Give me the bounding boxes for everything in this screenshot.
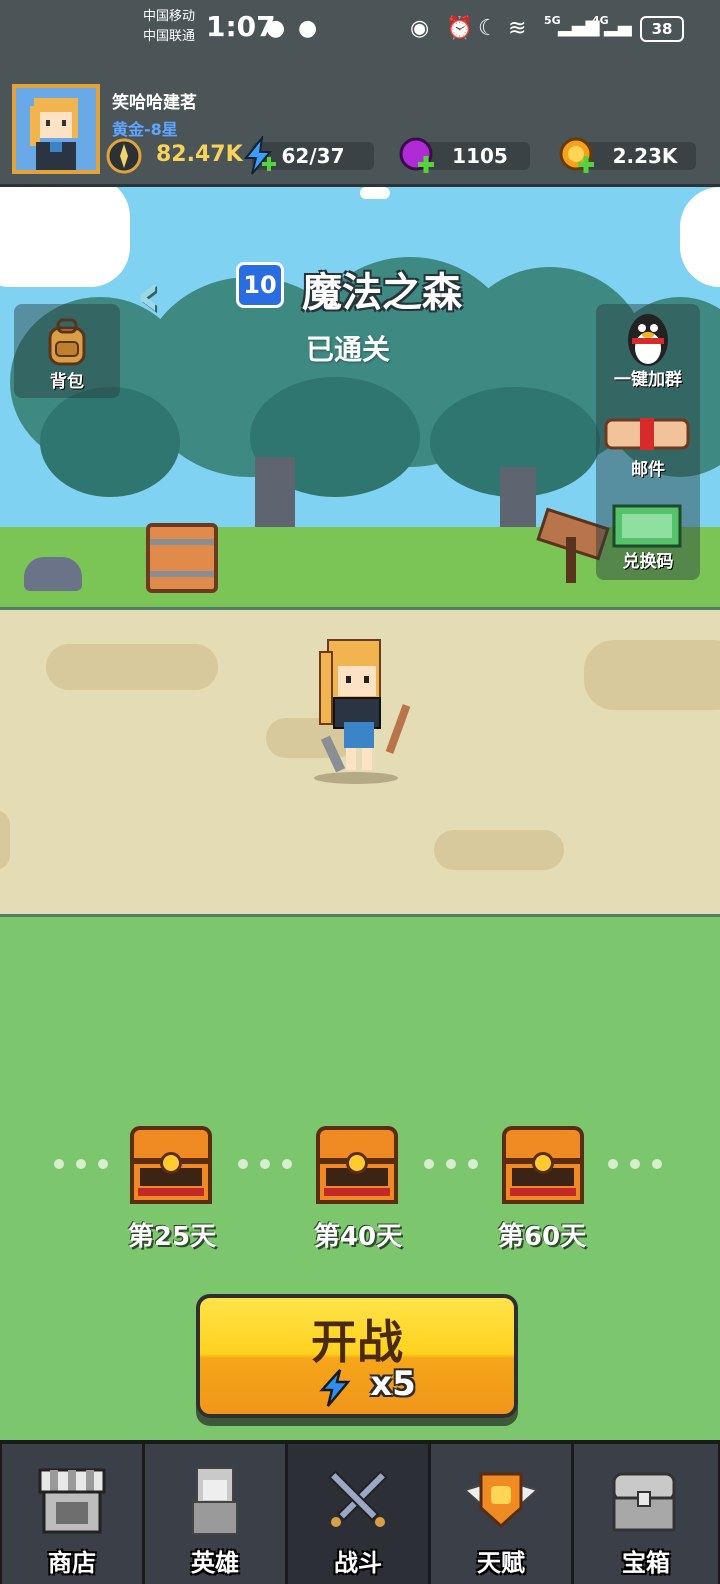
backpack-icon — [48, 318, 86, 366]
progress-dot — [282, 1159, 292, 1169]
redeem-code-label: 兑换码 — [622, 552, 674, 572]
chest-label: 第60天 — [497, 1222, 587, 1252]
carrier-1: 中国移动 — [143, 9, 196, 24]
progress-dot — [630, 1159, 640, 1169]
progress-dot — [98, 1159, 108, 1169]
cloud — [360, 187, 390, 199]
cloud — [0, 187, 130, 287]
nav-battle-label: 战斗 — [334, 1549, 382, 1577]
status-bar: 中国移动 中国联通 1:07 ● ● ◉ ⏰ ☾ ≋ 5G ▂▄▆ 4G ▂▄ … — [0, 0, 720, 60]
mail-button[interactable]: 邮件 — [596, 412, 700, 492]
chest-day-60[interactable] — [502, 1126, 584, 1204]
winged-fist-icon — [462, 1472, 540, 1529]
chest-day-25[interactable] — [130, 1126, 212, 1204]
start-battle-button[interactable]: 开战 x5 — [196, 1294, 518, 1418]
bag-button[interactable]: 背包 — [14, 304, 120, 398]
stage-status: 已通关 — [306, 333, 391, 366]
signpost-pole — [566, 537, 576, 583]
nav-talent-label: 天赋 — [477, 1549, 525, 1577]
ticket-icon — [612, 504, 682, 548]
signal-icon: ▂▄ — [604, 16, 632, 37]
mail-scroll-icon — [604, 418, 690, 450]
stage-name: 魔法之森 — [302, 270, 462, 316]
qq-penguin-icon — [628, 314, 668, 366]
progress-dot — [76, 1159, 86, 1169]
nav-shop[interactable]: 商店 — [2, 1444, 142, 1584]
redeem-code-button[interactable]: 兑换码 — [596, 500, 700, 580]
moon-icon: ☾ — [478, 16, 498, 41]
player-avatar[interactable] — [12, 84, 100, 174]
treasure-chest-icon — [612, 1472, 676, 1532]
nav-battle[interactable]: 战斗 — [288, 1444, 428, 1584]
gold-value: 2.23K — [612, 144, 678, 168]
notification-icon: ● — [266, 16, 286, 41]
hero-portrait-icon — [16, 88, 96, 170]
carrier-2: 中国联通 — [143, 29, 196, 44]
gold-add-icon[interactable] — [558, 136, 598, 176]
nav-chest-label: 宝箱 — [622, 1549, 670, 1577]
gem-add-icon[interactable] — [398, 136, 438, 176]
bag-label: 背包 — [50, 372, 84, 392]
progress-dot — [652, 1159, 662, 1169]
progress-dot — [238, 1159, 248, 1169]
join-group-button[interactable]: 一键加群 — [596, 306, 700, 398]
crossed-swords-icon — [328, 1470, 388, 1527]
gem-value: 1105 — [452, 144, 508, 168]
hero-sprite-icon — [314, 639, 411, 784]
cloud — [680, 187, 720, 287]
progress-dot — [446, 1159, 456, 1169]
tree-trunk — [255, 457, 295, 537]
nav-chest[interactable]: 宝箱 — [574, 1444, 718, 1584]
chest-label: 第40天 — [313, 1222, 403, 1252]
energy-cost: x5 — [370, 1364, 416, 1404]
nav-heroes-label: 英雄 — [191, 1549, 239, 1577]
progress-dot — [424, 1159, 434, 1169]
energy-value: 62/37 — [281, 144, 345, 168]
nav-talent[interactable]: 天赋 — [431, 1444, 571, 1584]
stage-number-badge: 10 — [236, 262, 284, 308]
eye-icon: ◉ — [410, 16, 430, 41]
battery-indicator: 38 — [640, 16, 684, 42]
tree — [40, 387, 180, 497]
nav-shop-label: 商店 — [48, 1549, 96, 1577]
chest-day-40[interactable] — [316, 1126, 398, 1204]
player-name: 笑哈哈建茗 — [112, 93, 197, 113]
hero-character — [306, 632, 416, 788]
rock — [24, 557, 82, 591]
road-patch — [434, 830, 564, 870]
shop-icon — [38, 1468, 106, 1534]
progress-dot — [468, 1159, 478, 1169]
progress-dot — [54, 1159, 64, 1169]
mail-label: 邮件 — [631, 460, 665, 480]
road-patch — [584, 640, 720, 710]
power-value: 82.47K — [156, 142, 243, 167]
start-battle-label: 开战 — [311, 1315, 403, 1369]
road-patch — [46, 644, 218, 690]
player-rank: 黄金-8星 — [112, 120, 178, 139]
join-group-label: 一键加群 — [614, 370, 682, 390]
power-icon — [106, 138, 142, 174]
nav-heroes[interactable]: 英雄 — [145, 1444, 285, 1584]
hero-silhouette-icon — [192, 1467, 238, 1535]
road-patch — [0, 810, 10, 870]
alarm-icon: ⏰ — [446, 16, 474, 41]
previous-stage-button[interactable]: ‹ — [136, 260, 161, 330]
wifi-icon: ≋ — [508, 16, 527, 41]
barrel — [146, 523, 218, 593]
chest-label: 第25天 — [127, 1222, 217, 1252]
progress-dot — [608, 1159, 618, 1169]
notification-icon: ● — [298, 16, 318, 41]
progress-dot — [260, 1159, 270, 1169]
energy-add-icon[interactable] — [240, 134, 278, 176]
